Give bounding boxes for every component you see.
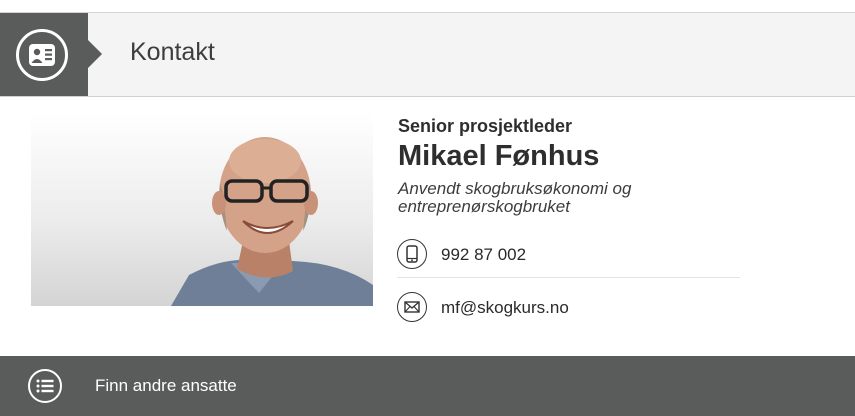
phone-row[interactable]: 992 87 002 [397,237,740,278]
phone-number[interactable]: 992 87 002 [441,245,526,265]
phone-icon [397,239,427,269]
page-title: Kontakt [130,38,215,66]
department: Anvendt skogbruksøkonomi og entreprenørs… [398,179,632,216]
email-row[interactable]: mf@skogkurs.no [397,290,740,330]
header-icon-tab [0,13,102,96]
contact-header: Kontakt [0,13,855,97]
email-address[interactable]: mf@skogkurs.no [441,298,569,318]
find-employees-label[interactable]: Finn andre ansatte [95,376,237,396]
find-employees-link[interactable]: Finn andre ansatte [0,356,855,416]
portrait-photo [31,113,373,306]
job-title: Senior prosjektleder [398,116,573,136]
person-name: Mikael Fønhus [398,140,600,172]
list-icon [28,369,62,403]
contact-card-icon [16,29,68,81]
mail-icon [397,292,427,322]
